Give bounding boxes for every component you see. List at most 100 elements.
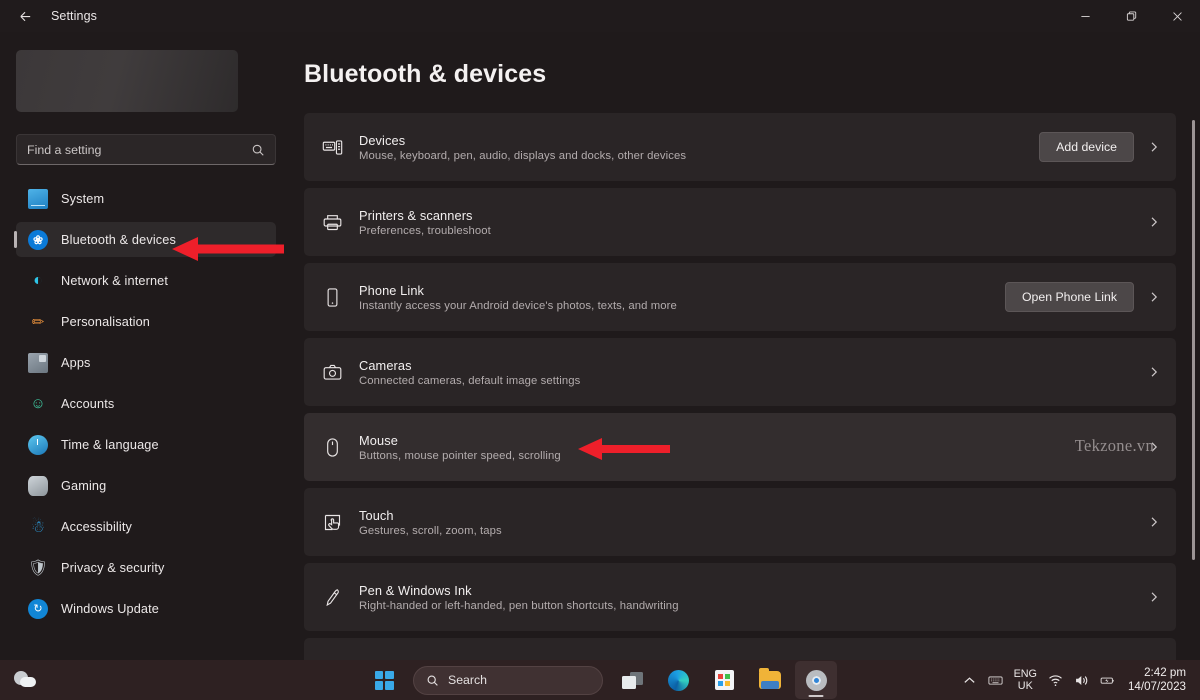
sidebar-item-label: Accounts	[61, 397, 114, 411]
file-explorer-icon	[759, 671, 781, 689]
chevron-right-icon[interactable]	[1146, 516, 1162, 528]
window-body: Find a setting System ❀ Bluetooth & devi…	[0, 32, 1200, 660]
sidebar-item-bluetooth-devices[interactable]: ❀ Bluetooth & devices	[16, 222, 276, 257]
card-title: Cameras	[359, 358, 580, 373]
back-button[interactable]	[8, 2, 42, 30]
page-title: Bluetooth & devices	[304, 60, 1200, 89]
card-title: Devices	[359, 133, 686, 148]
clock-date: 14/07/2023	[1128, 680, 1186, 694]
wifi-icon[interactable]	[1048, 673, 1063, 688]
speaker-icon[interactable]	[1074, 673, 1089, 688]
search-icon	[251, 143, 265, 157]
chevron-right-icon[interactable]	[1146, 141, 1162, 153]
language-indicator[interactable]: ENG UK	[1014, 668, 1037, 692]
weather-icon[interactable]	[14, 669, 40, 691]
settings-card-devices[interactable]: Devices Mouse, keyboard, pen, audio, dis…	[304, 113, 1176, 181]
pen-icon	[320, 585, 344, 609]
sidebar-item-gaming[interactable]: Gaming	[16, 468, 276, 503]
language-secondary: UK	[1018, 680, 1033, 692]
battery-charging-icon[interactable]	[1100, 673, 1115, 688]
search-icon	[426, 674, 439, 687]
system-tray: ENG UK	[962, 666, 1200, 694]
sidebar-item-apps[interactable]: Apps	[16, 345, 276, 380]
card-subtitle: Preferences, troubleshoot	[359, 225, 491, 237]
settings-card-touch[interactable]: Touch Gestures, scroll, zoom, taps	[304, 488, 1176, 556]
sidebar-item-label: System	[61, 192, 104, 206]
sidebar-item-accessibility[interactable]: ☃ Accessibility	[16, 509, 276, 544]
settings-taskbar-button[interactable]	[795, 661, 837, 699]
keyboard-icon[interactable]	[988, 673, 1003, 688]
apps-icon	[28, 353, 48, 373]
taskbar: Search	[0, 660, 1200, 700]
sidebar-item-system[interactable]: System	[16, 181, 276, 216]
window-title: Settings	[51, 9, 97, 23]
chevron-right-icon[interactable]	[1146, 441, 1162, 453]
window-controls	[1062, 0, 1200, 32]
clock-time: 2:42 pm	[1144, 666, 1186, 680]
printer-icon	[320, 210, 344, 234]
search-setting-box[interactable]: Find a setting	[16, 134, 276, 165]
task-view-button[interactable]	[611, 661, 653, 699]
maximize-button[interactable]	[1108, 0, 1154, 32]
chevron-right-icon[interactable]	[1146, 291, 1162, 303]
clock-icon	[28, 435, 48, 455]
settings-card-pen-windows-ink[interactable]: Pen & Windows Ink Right-handed or left-h…	[304, 563, 1176, 631]
mouse-icon	[320, 435, 344, 459]
sidebar-item-accounts[interactable]: ☺ Accounts	[16, 386, 276, 421]
sidebar-item-label: Apps	[61, 356, 91, 370]
sidebar-item-label: Network & internet	[61, 274, 168, 288]
search-input[interactable]: Find a setting	[27, 143, 251, 157]
phone-icon	[320, 285, 344, 309]
settings-card-mouse[interactable]: Mouse Buttons, mouse pointer speed, scro…	[304, 413, 1176, 481]
open-phone-link-button[interactable]: Open Phone Link	[1005, 282, 1134, 312]
card-subtitle: Mouse, keyboard, pen, audio, displays an…	[359, 150, 686, 162]
sidebar-item-privacy-security[interactable]: 🛡 Privacy & security	[16, 550, 276, 585]
close-button[interactable]	[1154, 0, 1200, 32]
update-icon: ↻	[28, 599, 48, 619]
microsoft-store-button[interactable]	[703, 661, 745, 699]
minimize-button[interactable]	[1062, 0, 1108, 32]
settings-window: Settings	[0, 0, 1200, 700]
sidebar-item-label: Personalisation	[61, 315, 150, 329]
clock[interactable]: 2:42 pm 14/07/2023	[1128, 666, 1186, 694]
camera-icon	[320, 360, 344, 384]
settings-card-list: Devices Mouse, keyboard, pen, audio, dis…	[304, 113, 1200, 660]
chevron-up-icon[interactable]	[962, 673, 977, 688]
main-scrollbar[interactable]	[1192, 120, 1195, 560]
restore-icon	[1126, 11, 1137, 22]
user-profile-card[interactable]	[16, 50, 238, 112]
sidebar-nav: System ❀ Bluetooth & devices ◐ Network &…	[16, 181, 276, 626]
file-explorer-button[interactable]	[749, 661, 791, 699]
taskbar-center-group: Search	[363, 661, 837, 699]
card-title: Mouse	[359, 433, 561, 448]
taskbar-search[interactable]: Search	[413, 666, 603, 695]
chevron-right-icon[interactable]	[1146, 366, 1162, 378]
main-content: Bluetooth & devices Devices Mo	[292, 32, 1200, 660]
settings-card-printers-scanners[interactable]: Printers & scanners Preferences, trouble…	[304, 188, 1176, 256]
sidebar-item-time-language[interactable]: Time & language	[16, 427, 276, 462]
wifi-icon: ◐	[28, 271, 48, 291]
settings-card-cameras[interactable]: Cameras Connected cameras, default image…	[304, 338, 1176, 406]
gamepad-icon	[28, 476, 48, 496]
settings-card-autoplay[interactable]: AutoPlay	[304, 638, 1176, 660]
sidebar-item-label: Windows Update	[61, 602, 159, 616]
card-title: Phone Link	[359, 283, 677, 298]
chevron-right-icon[interactable]	[1146, 216, 1162, 228]
sidebar-item-label: Bluetooth & devices	[61, 233, 176, 247]
windows-logo-icon	[375, 671, 394, 690]
sidebar: Find a setting System ❀ Bluetooth & devi…	[0, 32, 292, 660]
card-title: Printers & scanners	[359, 208, 491, 223]
shield-icon: 🛡	[28, 558, 48, 578]
taskbar-search-label: Search	[448, 673, 487, 687]
settings-card-phone-link[interactable]: Phone Link Instantly access your Android…	[304, 263, 1176, 331]
minimize-icon	[1080, 11, 1091, 22]
card-title: Pen & Windows Ink	[359, 583, 679, 598]
sidebar-item-personalisation[interactable]: ✏ Personalisation	[16, 304, 276, 339]
start-button[interactable]	[363, 661, 405, 699]
sidebar-item-label: Time & language	[61, 438, 159, 452]
add-device-button[interactable]: Add device	[1039, 132, 1134, 162]
sidebar-item-network-internet[interactable]: ◐ Network & internet	[16, 263, 276, 298]
chevron-right-icon[interactable]	[1146, 591, 1162, 603]
sidebar-item-windows-update[interactable]: ↻ Windows Update	[16, 591, 276, 626]
edge-button[interactable]	[657, 661, 699, 699]
